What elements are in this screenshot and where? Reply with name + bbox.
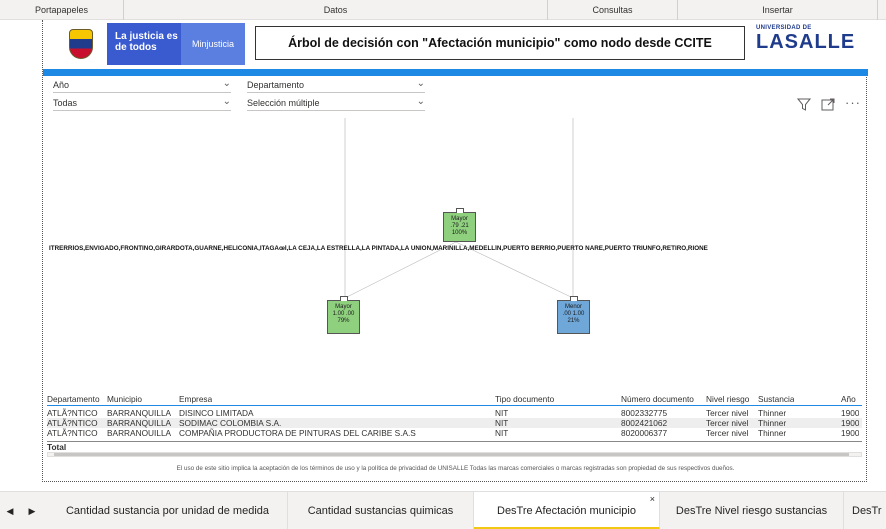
tree-node-root[interactable]: Mayor .79 .21 100% (443, 208, 476, 242)
disclaimer-text: El uso de este sitio implica la aceptaci… (176, 465, 735, 472)
column-header-empresa[interactable]: Empresa (179, 394, 212, 404)
focus-mode-icon[interactable] (821, 98, 835, 114)
chevron-down-icon[interactable]: ⌄ (223, 78, 231, 89)
report-header: La justicia es de todos Minjusticia Árbo… (43, 20, 868, 68)
department-slicer[interactable]: Departamento ⌄ Selección múltiple ⌄ (247, 78, 425, 114)
column-header-departamento[interactable]: Departamento (47, 394, 100, 404)
lasalle-big-text: LASALLE (756, 31, 856, 53)
more-options-icon[interactable]: ··· (845, 95, 861, 110)
chevron-down-icon[interactable]: ⌄ (417, 78, 425, 89)
table-row[interactable]: ATLÃ?NTICO BARRANQUILLA SODIMAC COLOMBIA… (47, 418, 862, 428)
tree-node-left[interactable]: Mayor 1.00 .00 79% (327, 296, 360, 334)
tab-destre-nivel-riesgo[interactable]: DesTre Nivel riesgo sustancias (660, 492, 844, 529)
column-header-numero-documento[interactable]: Número documento (621, 394, 694, 404)
ribbon-group-portapapeles[interactable]: Portapapeles (0, 0, 124, 20)
column-header-ano[interactable]: Año (841, 394, 856, 404)
gov-logo: La justicia es de todos Minjusticia (55, 23, 245, 65)
close-icon[interactable]: × (650, 492, 655, 518)
logo-justicia-text: La justicia es de todos (107, 23, 181, 65)
ribbon-groups: Portapapeles Datos Consultas Insertar (0, 0, 886, 20)
filter-icon[interactable] (796, 98, 812, 114)
table-row[interactable]: ATLÃ?NTICO BARRANQUILLA DISINCO LIMITADA… (47, 408, 862, 418)
tree-node-right[interactable]: Menor .00 1.00 21% (557, 296, 590, 334)
column-header-nivel-riesgo[interactable]: Nivel riesgo (706, 394, 749, 404)
logo-minjusticia-text: Minjusticia (181, 23, 245, 65)
year-slicer-label: Año (53, 80, 70, 90)
report-page: La justicia es de todos Minjusticia Árbo… (42, 20, 868, 482)
department-slicer-value[interactable]: Selección múltiple (247, 98, 320, 108)
report-title: Árbol de decisión con "Afectación munici… (255, 26, 745, 60)
table-horizontal-scrollbar[interactable] (47, 452, 862, 457)
year-slicer-value[interactable]: Todas (53, 98, 77, 108)
tab-scroll-right-icon[interactable]: ▶ (22, 492, 42, 529)
total-label: Total (47, 442, 67, 452)
active-tab-label: DesTre Afectación municipio (497, 505, 636, 517)
table-row[interactable]: ATLÃ?NTICO BARRANQUILLA COMPAÑIA PRODUCT… (47, 428, 862, 436)
decision-tree: Mayor .79 .21 100% ITRERRÍOS,ENVIGADO,FR… (43, 118, 868, 394)
accent-bar (43, 69, 868, 76)
lasalle-logo: UNIVERSIDAD DE LASALLE (756, 25, 862, 65)
column-header-tipo-documento[interactable]: Tipo documento (495, 394, 554, 404)
colombia-shield-icon (55, 23, 107, 65)
table-total-row: Total (47, 441, 862, 452)
year-slicer[interactable]: Año ⌄ Todas ⌄ (53, 78, 231, 114)
department-slicer-label: Departamento (247, 80, 305, 90)
ribbon-group-insertar[interactable]: Insertar (678, 0, 878, 20)
chevron-down-icon[interactable]: ⌄ (417, 96, 425, 107)
tab-destre-afectacion-municipio[interactable]: DesTre Afectación municipio × (474, 492, 660, 529)
chevron-down-icon[interactable]: ⌄ (223, 96, 231, 107)
column-header-sustancia[interactable]: Sustancia (758, 394, 794, 404)
tab-destr-partial[interactable]: DesTr (844, 492, 886, 529)
report-canvas: La justicia es de todos Minjusticia Árbo… (0, 20, 886, 486)
tab-scroll-left-icon[interactable]: ◀ (0, 492, 20, 529)
tree-edges (344, 118, 574, 299)
ribbon-group-consultas[interactable]: Consultas (548, 0, 678, 20)
page-tab-bar: ◀ ▶ Cantidad sustancia por unidad de med… (0, 491, 886, 529)
visual-header-icons: ··· (796, 95, 867, 114)
tab-cantidad-sustancias-quimicas[interactable]: Cantidad sustancias quimicas (288, 492, 474, 529)
ribbon-group-datos[interactable]: Datos (124, 0, 548, 20)
column-header-municipio[interactable]: Municipio (107, 394, 142, 404)
tab-cantidad-sustancia-unidad[interactable]: Cantidad sustancia por unidad de medida (48, 492, 288, 529)
split-municipios-label: ITRERRÍOS,ENVIGADO,FRONTINO,GIRARDOTA,GU… (49, 245, 708, 252)
table-header: Departamento Municipio Empresa Tipo docu… (47, 392, 862, 406)
